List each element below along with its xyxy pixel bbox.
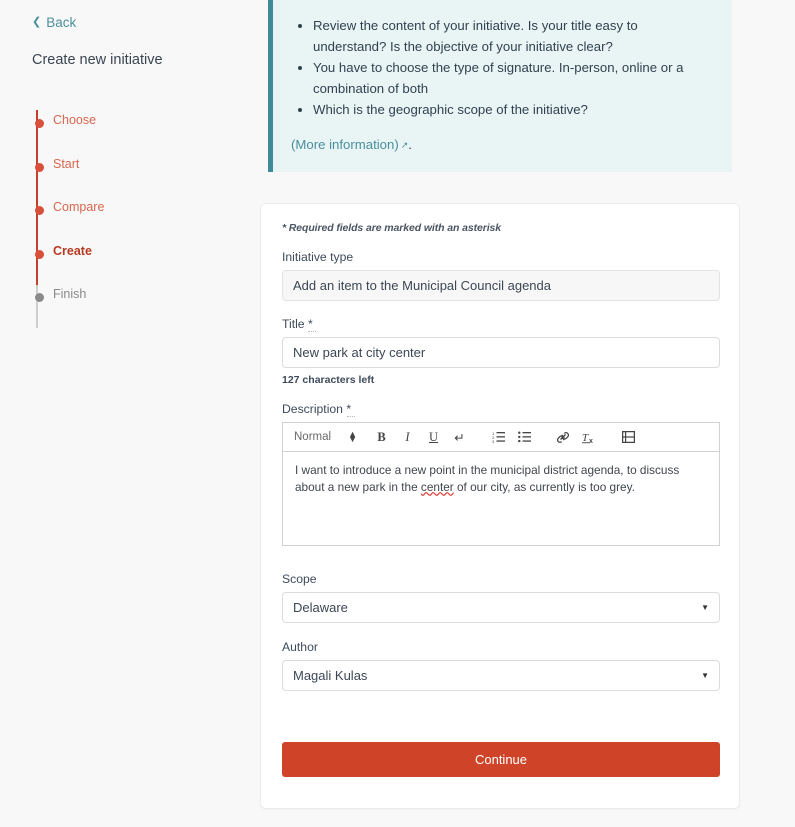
field-title: Title * New park at city center 127 char… [282,317,720,386]
author-select[interactable]: Magali Kulas ▼ [282,660,720,691]
title-char-counter: 127 characters left [282,374,375,386]
required-fields-note: * Required fields are marked with an ast… [282,222,502,234]
link-icon[interactable] [555,427,572,447]
step-label: Create [53,243,92,258]
step-item-start[interactable]: Start [34,154,260,198]
video-embed-icon[interactable] [620,427,637,447]
tooltip-hint-icon [346,414,355,417]
svg-text:T: T [582,432,589,444]
author-label: Author [282,640,318,654]
step-label: Choose [53,113,97,127]
page-title: Create new initiative [32,52,163,68]
step-item-finish: Finish [34,284,260,328]
step-dot-icon [34,249,44,259]
title-label: Title * [282,317,718,332]
callout-footer-period: . [408,136,412,152]
step-dot-icon [34,162,44,172]
list-item: Review the content of your initiative. I… [313,16,714,57]
step-label: Finish [53,287,87,301]
description-label: Description * [282,402,718,417]
author-select-value: Magali Kulas [293,668,368,683]
title-input[interactable]: New park at city center [282,337,720,368]
scope-label: Scope [282,572,317,586]
chevron-left-icon: ❮ [32,16,42,28]
chevron-updown-icon: ▲ ▼ [348,429,357,444]
callout-list: Review the content of your initiative. I… [291,16,714,121]
step-dot-icon [34,293,44,302]
chevron-down-icon: ▼ [701,603,709,612]
field-author: Author Magali Kulas ▼ [282,640,720,691]
list-item: You have to choose the type of signature… [313,58,714,99]
initiative-type-label: Initiative type [282,250,354,264]
step-dot-icon [34,119,44,128]
info-callout: Review the content of your initiative. I… [268,0,732,172]
page-root: ❮ Back Create new initiative Choose Star… [0,0,795,827]
field-initiative-type: Initiative type Add an item to the Munic… [282,250,720,301]
misspelled-word: center [420,479,454,494]
sidebar: ❮ Back Create new initiative Choose Star… [0,0,260,827]
scope-select-value: Delaware [293,600,348,615]
more-information-link[interactable]: (More information) [291,137,399,152]
step-item-choose[interactable]: Choose [34,110,260,154]
bullet-list-icon[interactable] [516,427,533,447]
title-label-text: Title [282,317,305,331]
editor-toolbar: Normal ▲ ▼ B I U ↵ 1 2 3 T x [283,423,719,452]
step-dot-icon [34,206,44,215]
initiative-form-card: * Required fields are marked with an ast… [260,203,740,809]
back-label: Back [46,15,77,30]
step-progress: Choose Start Compare Create Finish [32,110,260,328]
tooltip-hint-icon [308,329,317,332]
format-dropdown[interactable]: Normal ▲ ▼ [294,429,357,444]
rich-text-editor: Normal ▲ ▼ B I U ↵ 1 2 3 T x I want to i… [282,422,720,546]
continue-button[interactable]: Continue [282,742,720,777]
chevron-down-icon: ▼ [701,671,709,680]
step-label: Start [53,156,80,171]
italic-icon[interactable]: I [399,427,416,447]
field-description: Description * Normal ▲ ▼ B I U ↵ 1 2 3 T… [282,402,720,546]
scope-select[interactable]: Delaware ▼ [282,592,720,623]
underline-icon[interactable]: U [425,427,442,447]
bold-icon[interactable]: B [373,427,390,447]
description-text-part2: of our city, as currently is too grey. [453,479,635,494]
list-item: Which is the geographic scope of the ini… [313,100,714,121]
initiative-type-input: Add an item to the Municipal Council age… [282,270,720,301]
callout-footer: (More information) ↗. [291,137,714,152]
format-dropdown-label: Normal [294,431,332,443]
clear-format-icon[interactable]: T x [581,427,598,447]
back-link[interactable]: ❮ Back [32,15,76,30]
svg-text:3: 3 [492,439,495,443]
description-label-text: Description [282,402,343,416]
step-label: Compare [53,200,105,214]
step-item-create[interactable]: Create [34,241,260,285]
line-break-icon[interactable]: ↵ [451,427,468,447]
step-item-compare[interactable]: Compare [34,197,260,241]
field-scope: Scope Delaware ▼ [282,572,720,623]
description-textarea[interactable]: I want to introduce a new point in the m… [283,452,719,545]
ordered-list-icon[interactable]: 1 2 3 [490,427,507,447]
